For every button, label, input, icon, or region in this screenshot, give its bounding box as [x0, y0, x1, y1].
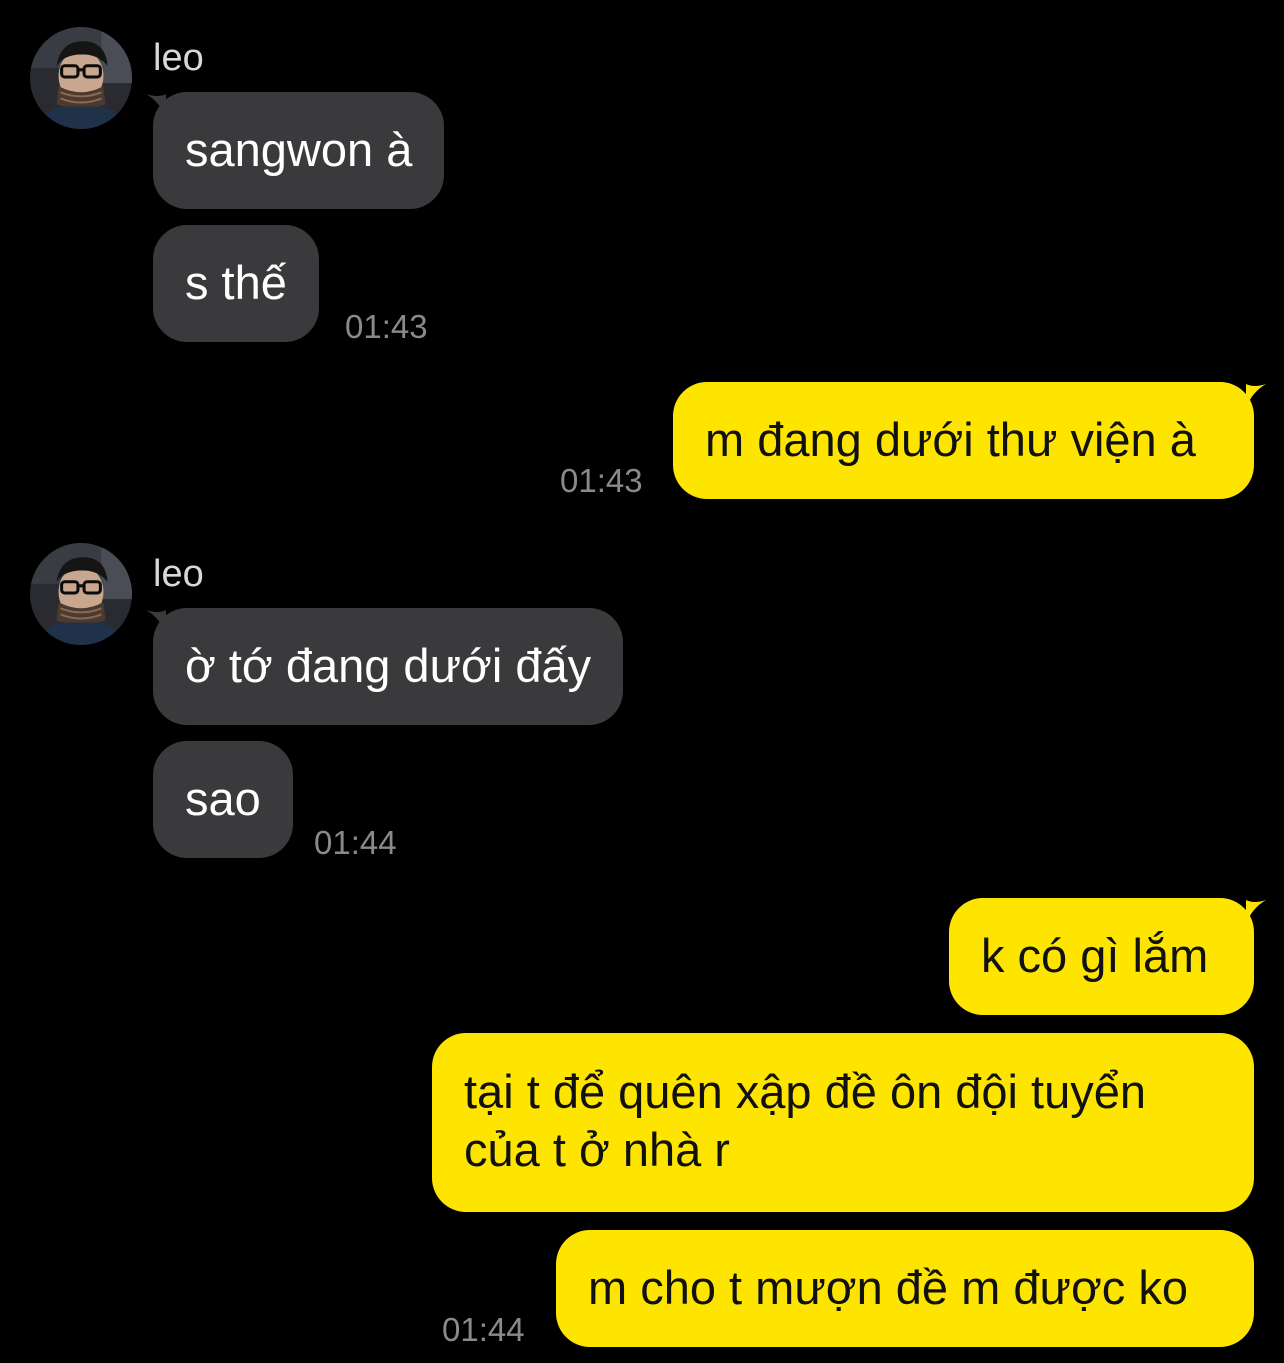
message-text: sangwon à: [185, 123, 413, 176]
avatar-photo-icon: [30, 543, 132, 645]
message-bubble-outgoing[interactable]: m đang dưới thư viện à: [673, 382, 1254, 499]
message-bubble-incoming[interactable]: sangwon à: [153, 92, 445, 209]
message-text: sao: [185, 772, 261, 825]
message-text: m cho t mượn đề m được ko: [588, 1261, 1188, 1314]
message-bubble-outgoing[interactable]: tại t để quên xập đề ôn đội tuyển của t …: [432, 1033, 1254, 1212]
message-bubble-outgoing[interactable]: k có gì lắm: [949, 898, 1254, 1015]
message-bubble-incoming[interactable]: sao: [153, 741, 293, 858]
message-bubble-outgoing[interactable]: m cho t mượn đề m được ko: [556, 1230, 1254, 1347]
message-timestamp: 01:43: [560, 462, 643, 499]
message-text: s thế: [185, 256, 287, 309]
avatar[interactable]: [30, 27, 132, 129]
message-timestamp: 01:44: [314, 824, 397, 861]
sender-name: leo: [153, 553, 204, 595]
avatar-photo-icon: [30, 27, 132, 129]
message-text: tại t để quên xập đề ôn đội tuyển của t …: [464, 1065, 1147, 1176]
message-timestamp: 01:44: [442, 1311, 525, 1348]
avatar[interactable]: [30, 543, 132, 645]
sender-name: leo: [153, 37, 204, 79]
message-text: ờ tớ đang dưới đấy: [185, 639, 592, 692]
message-text: m đang dưới thư viện à: [705, 413, 1196, 466]
message-text: k có gì lắm: [981, 929, 1209, 982]
message-bubble-incoming[interactable]: s thế: [153, 225, 319, 342]
message-bubble-incoming[interactable]: ờ tớ đang dưới đấy: [153, 608, 624, 725]
message-timestamp: 01:43: [345, 308, 428, 345]
